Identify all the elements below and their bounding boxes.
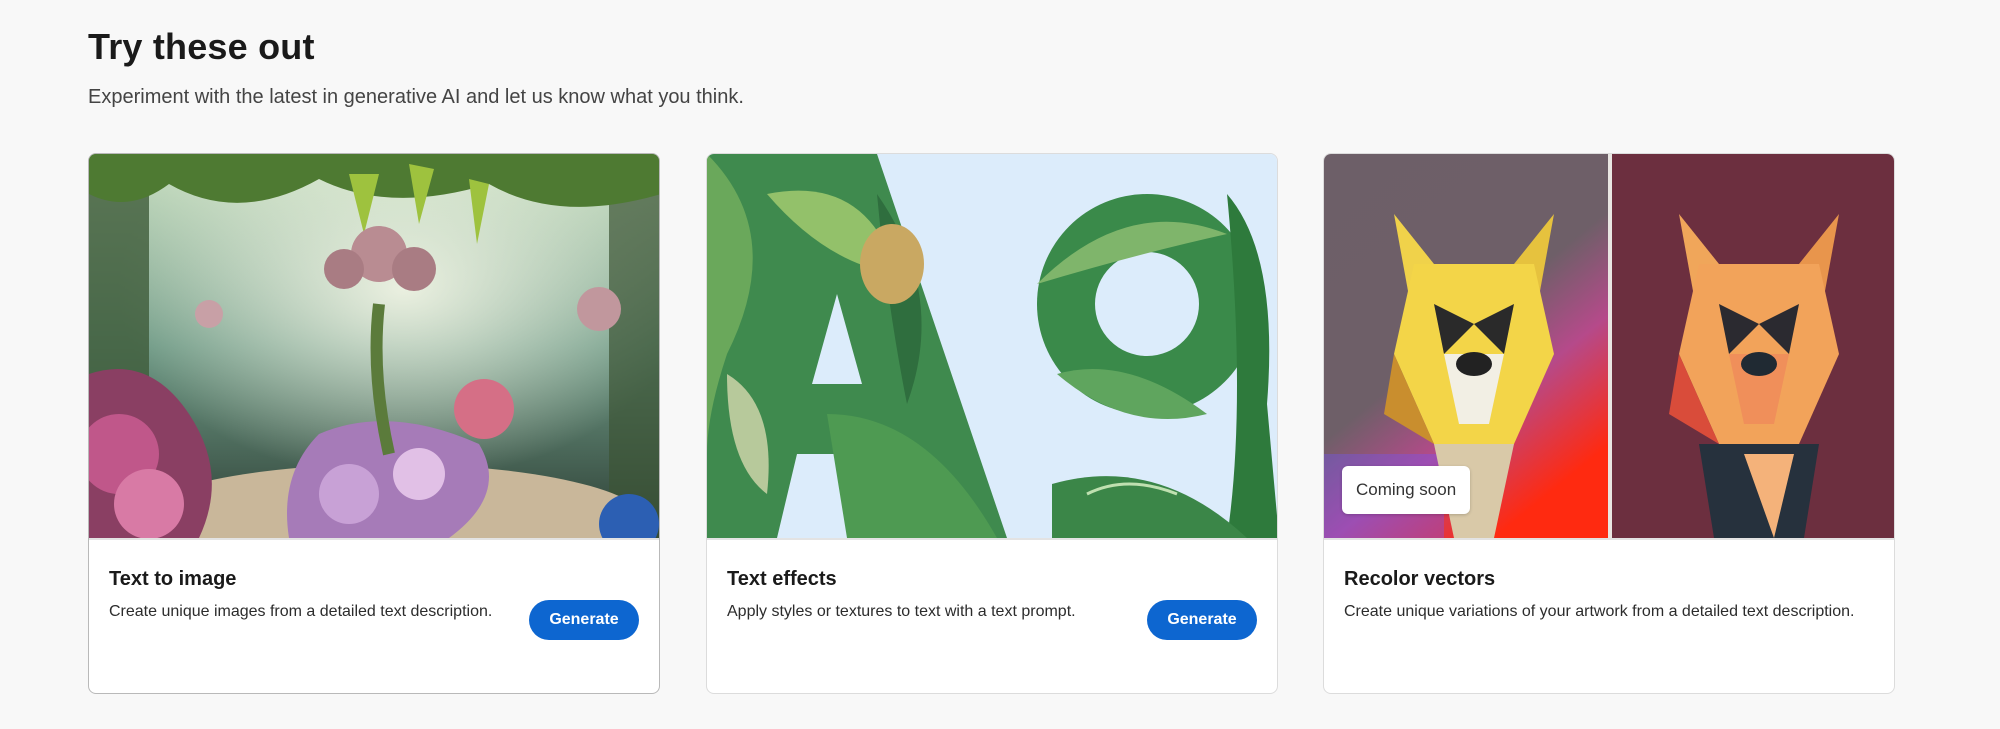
card-recolor-vectors[interactable]: Coming soon Recolor vectors Create uniqu… [1323,153,1895,694]
card-description: Create unique variations of your artwork… [1344,603,1855,620]
card-text-to-image[interactable]: Text to image Create unique images from … [88,153,660,694]
generate-button[interactable]: Generate [1147,600,1257,640]
leafy-letters-image [707,154,1277,540]
card-title: Text to image [109,568,237,590]
section-subtitle: Experiment with the latest in generative… [88,86,744,108]
card-description: Create unique images from a detailed tex… [109,603,493,620]
card-title: Recolor vectors [1344,568,1496,590]
card-title: Text effects [727,568,837,590]
coming-soon-badge: Coming soon [1342,466,1471,514]
card-text-effects[interactable]: Text effects Apply styles or textures to… [706,153,1278,694]
generate-button[interactable]: Generate [529,600,639,640]
fantasy-garden-image [89,154,659,540]
card-description: Apply styles or textures to text with a … [727,603,1076,620]
section-title: Try these out [88,26,315,67]
